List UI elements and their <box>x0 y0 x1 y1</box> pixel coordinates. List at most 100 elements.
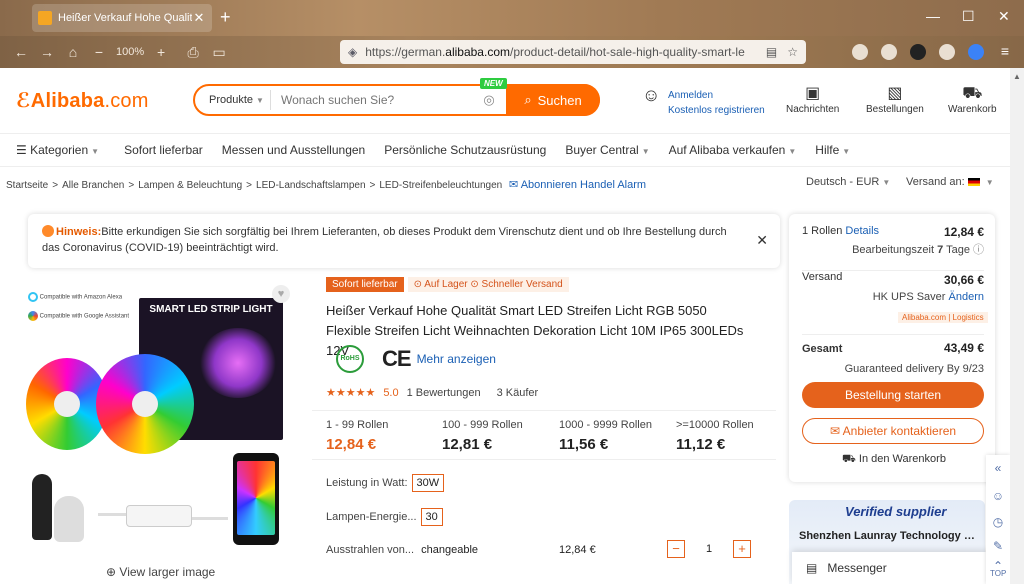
nav-item-messen[interactable]: Messen und Ausstellungen <box>222 143 365 157</box>
feedback-icon[interactable]: ✎ <box>990 539 1006 555</box>
reviews-link[interactable]: 1 Bewertungen <box>407 387 481 399</box>
favorite-heart-icon[interactable]: ♥ <box>272 285 290 303</box>
page-scrollbar[interactable]: ▲ <box>1010 68 1024 584</box>
nav-item-sofort[interactable]: Sofort lieferbar <box>124 143 203 157</box>
close-tab-icon[interactable]: ✕ <box>192 10 206 26</box>
url-path: /product-detail/hot-sale-high-quality-sm… <box>510 45 745 59</box>
show-more-link[interactable]: Mehr anzeigen <box>417 352 496 366</box>
orders-icon: ▧ <box>887 85 903 102</box>
register-link[interactable]: Kostenlos registrieren <box>668 103 765 118</box>
alibaba-logo[interactable]: ℰAlibaba.com <box>16 88 149 113</box>
chevron-down-icon: ▼ <box>842 147 851 156</box>
tier-range: 100 - 999 Rollen <box>442 419 523 431</box>
trade-alert-link[interactable]: ✉ Abonnieren Handel Alarm <box>509 179 646 191</box>
browser-tab[interactable]: Heißer Verkauf Hohe Qualität S ✕ <box>32 4 212 32</box>
german-flag-icon <box>967 178 980 187</box>
minimize-icon[interactable]: — <box>926 8 940 24</box>
bookmark-star-icon[interactable]: ☆ <box>787 45 798 59</box>
logo-mark-icon: ℰ <box>16 90 31 112</box>
scroll-up-icon[interactable]: ▲ <box>1013 72 1021 81</box>
alexa-compat: Compatible with Amazon Alexa <box>28 292 129 303</box>
video-extension-icon[interactable] <box>968 44 984 60</box>
nav-item-hilfe[interactable]: Hilfe ▼ <box>815 143 850 157</box>
home-icon[interactable]: ⌂ <box>60 44 86 60</box>
login-block[interactable]: ☺ Anmelden Kostenlos registrieren <box>642 86 765 118</box>
login-link[interactable]: Anmelden <box>668 88 765 103</box>
zoom-in-icon[interactable]: + <box>148 44 174 60</box>
pocket-icon[interactable] <box>852 44 868 60</box>
energy-option-chip[interactable]: 30 <box>420 508 443 526</box>
chat-icon: ▣ <box>805 85 821 102</box>
alexa-icon <box>28 292 38 302</box>
account-icon[interactable] <box>910 44 926 60</box>
nav-item-buyer-central[interactable]: Buyer Central ▼ <box>565 143 649 157</box>
power-option-chip[interactable]: 30W <box>411 474 445 492</box>
history-icon[interactable]: ◷ <box>990 515 1006 531</box>
quantity-value[interactable]: 1 <box>685 543 733 555</box>
contact-supplier-button[interactable]: ✉ Anbieter kontaktieren <box>802 418 984 444</box>
crumb-home[interactable]: Startseite <box>6 180 48 191</box>
ship-to-select[interactable]: Versand an: ▼ <box>906 176 994 188</box>
search-button[interactable]: ⌕ Suchen <box>506 84 600 116</box>
menu-icon[interactable]: ≡ <box>997 44 1013 60</box>
crumb-lamps[interactable]: Lampen & Beleuchtung <box>138 180 242 191</box>
crumb-all[interactable]: Alle Branchen <box>62 180 124 191</box>
change-carrier-link[interactable]: Ändern <box>949 291 984 303</box>
info-circle-icon[interactable]: ⓘ <box>973 244 984 256</box>
view-larger-image-link[interactable]: ⊕ View larger image <box>106 565 215 579</box>
reader-view-icon[interactable]: ▤ <box>766 45 777 59</box>
carrier-name: HK UPS Saver <box>872 291 946 303</box>
cart-button[interactable]: ⛟ Warenkorb <box>948 84 997 115</box>
crumb-strip[interactable]: LED-Streifenbeleuchtungen <box>379 180 502 191</box>
add-to-cart-link[interactable]: ⛟ In den Warenkorb <box>842 453 946 467</box>
search-category-select[interactable]: Produkte ▼ <box>195 90 271 110</box>
price-tier: 1 - 99 Rollen 12,84 € <box>326 419 388 453</box>
ship-to-label: Versand an: <box>906 176 965 188</box>
details-link[interactable]: Details <box>845 225 879 237</box>
top-label[interactable]: TOP <box>990 569 1006 584</box>
start-order-button[interactable]: Bestellung starten <box>802 382 984 408</box>
echo-speaker-image <box>32 474 52 540</box>
maximize-icon[interactable]: ☐ <box>962 8 975 25</box>
back-icon[interactable]: ← <box>8 44 34 60</box>
supplier-name[interactable]: Shenzhen Launray Technology Co... <box>799 530 979 542</box>
unit-price-row: 1 Rollen Details 12,84 € Bearbeitungszei… <box>802 225 984 257</box>
language-currency-select[interactable]: Deutsch - EUR ▼ <box>806 176 890 188</box>
new-tab-icon[interactable]: + <box>220 8 231 26</box>
chevron-down-icon: ▼ <box>256 96 264 105</box>
zoom-out-icon[interactable]: − <box>86 44 112 60</box>
orders-button[interactable]: ▧ Bestellungen <box>866 84 924 115</box>
mail-icon: ✉ <box>509 179 519 191</box>
print-icon[interactable]: ⎙ <box>180 44 206 61</box>
nav-item-schutz[interactable]: Persönliche Schutzausrüstung <box>384 143 546 157</box>
messages-button[interactable]: ▣ Nachrichten <box>786 84 839 115</box>
total-price: 43,49 € <box>943 341 984 355</box>
ready-badge: Sofort lieferbar <box>326 277 404 292</box>
collapse-icon[interactable]: « <box>990 461 1006 477</box>
crumb-landscape[interactable]: LED-Landschaftslampen <box>256 180 366 191</box>
support-agent-icon[interactable]: ☺ <box>990 489 1006 505</box>
camera-icon[interactable]: ◎ <box>476 92 502 108</box>
extension-icon[interactable] <box>939 44 955 60</box>
close-icon[interactable]: ✕ <box>756 232 768 248</box>
browser-nav-bar: ← → ⌂ − 100% + ⎙ ▭ ◈ https://german. alib… <box>0 36 1024 68</box>
total-label: Gesamt <box>802 343 843 355</box>
messages-label: Nachrichten <box>786 104 840 115</box>
window-close-icon[interactable]: ✕ <box>998 8 1010 25</box>
zoom-level[interactable]: 100% <box>116 46 144 58</box>
url-bar[interactable]: ◈ https://german. alibaba.com/product-det… <box>340 40 806 64</box>
screenshot-icon[interactable]: ▭ <box>206 44 232 61</box>
decrease-button[interactable]: − <box>667 540 685 558</box>
nav-item-verkaufen[interactable]: Auf Alibaba verkaufen ▼ <box>669 143 797 157</box>
stock-badge: ⊙ Auf Lager ⊙ Schneller Versand <box>407 277 569 292</box>
download-icon[interactable] <box>881 44 897 60</box>
increase-button[interactable]: + <box>733 540 751 558</box>
cart-icon: ⛟ <box>962 85 983 102</box>
ce-icon: CE <box>382 346 412 371</box>
attr-emit-price: 12,84 € <box>559 544 596 556</box>
categories-menu[interactable]: ☰ Kategorien ▼ <box>16 143 99 157</box>
search-input[interactable] <box>271 87 476 113</box>
forward-icon[interactable]: → <box>34 44 60 60</box>
messenger-bar[interactable]: ▤ Messenger <box>792 552 988 584</box>
floating-sidebar: « ☺ ◷ ✎ ⌃ TOP <box>986 455 1010 584</box>
